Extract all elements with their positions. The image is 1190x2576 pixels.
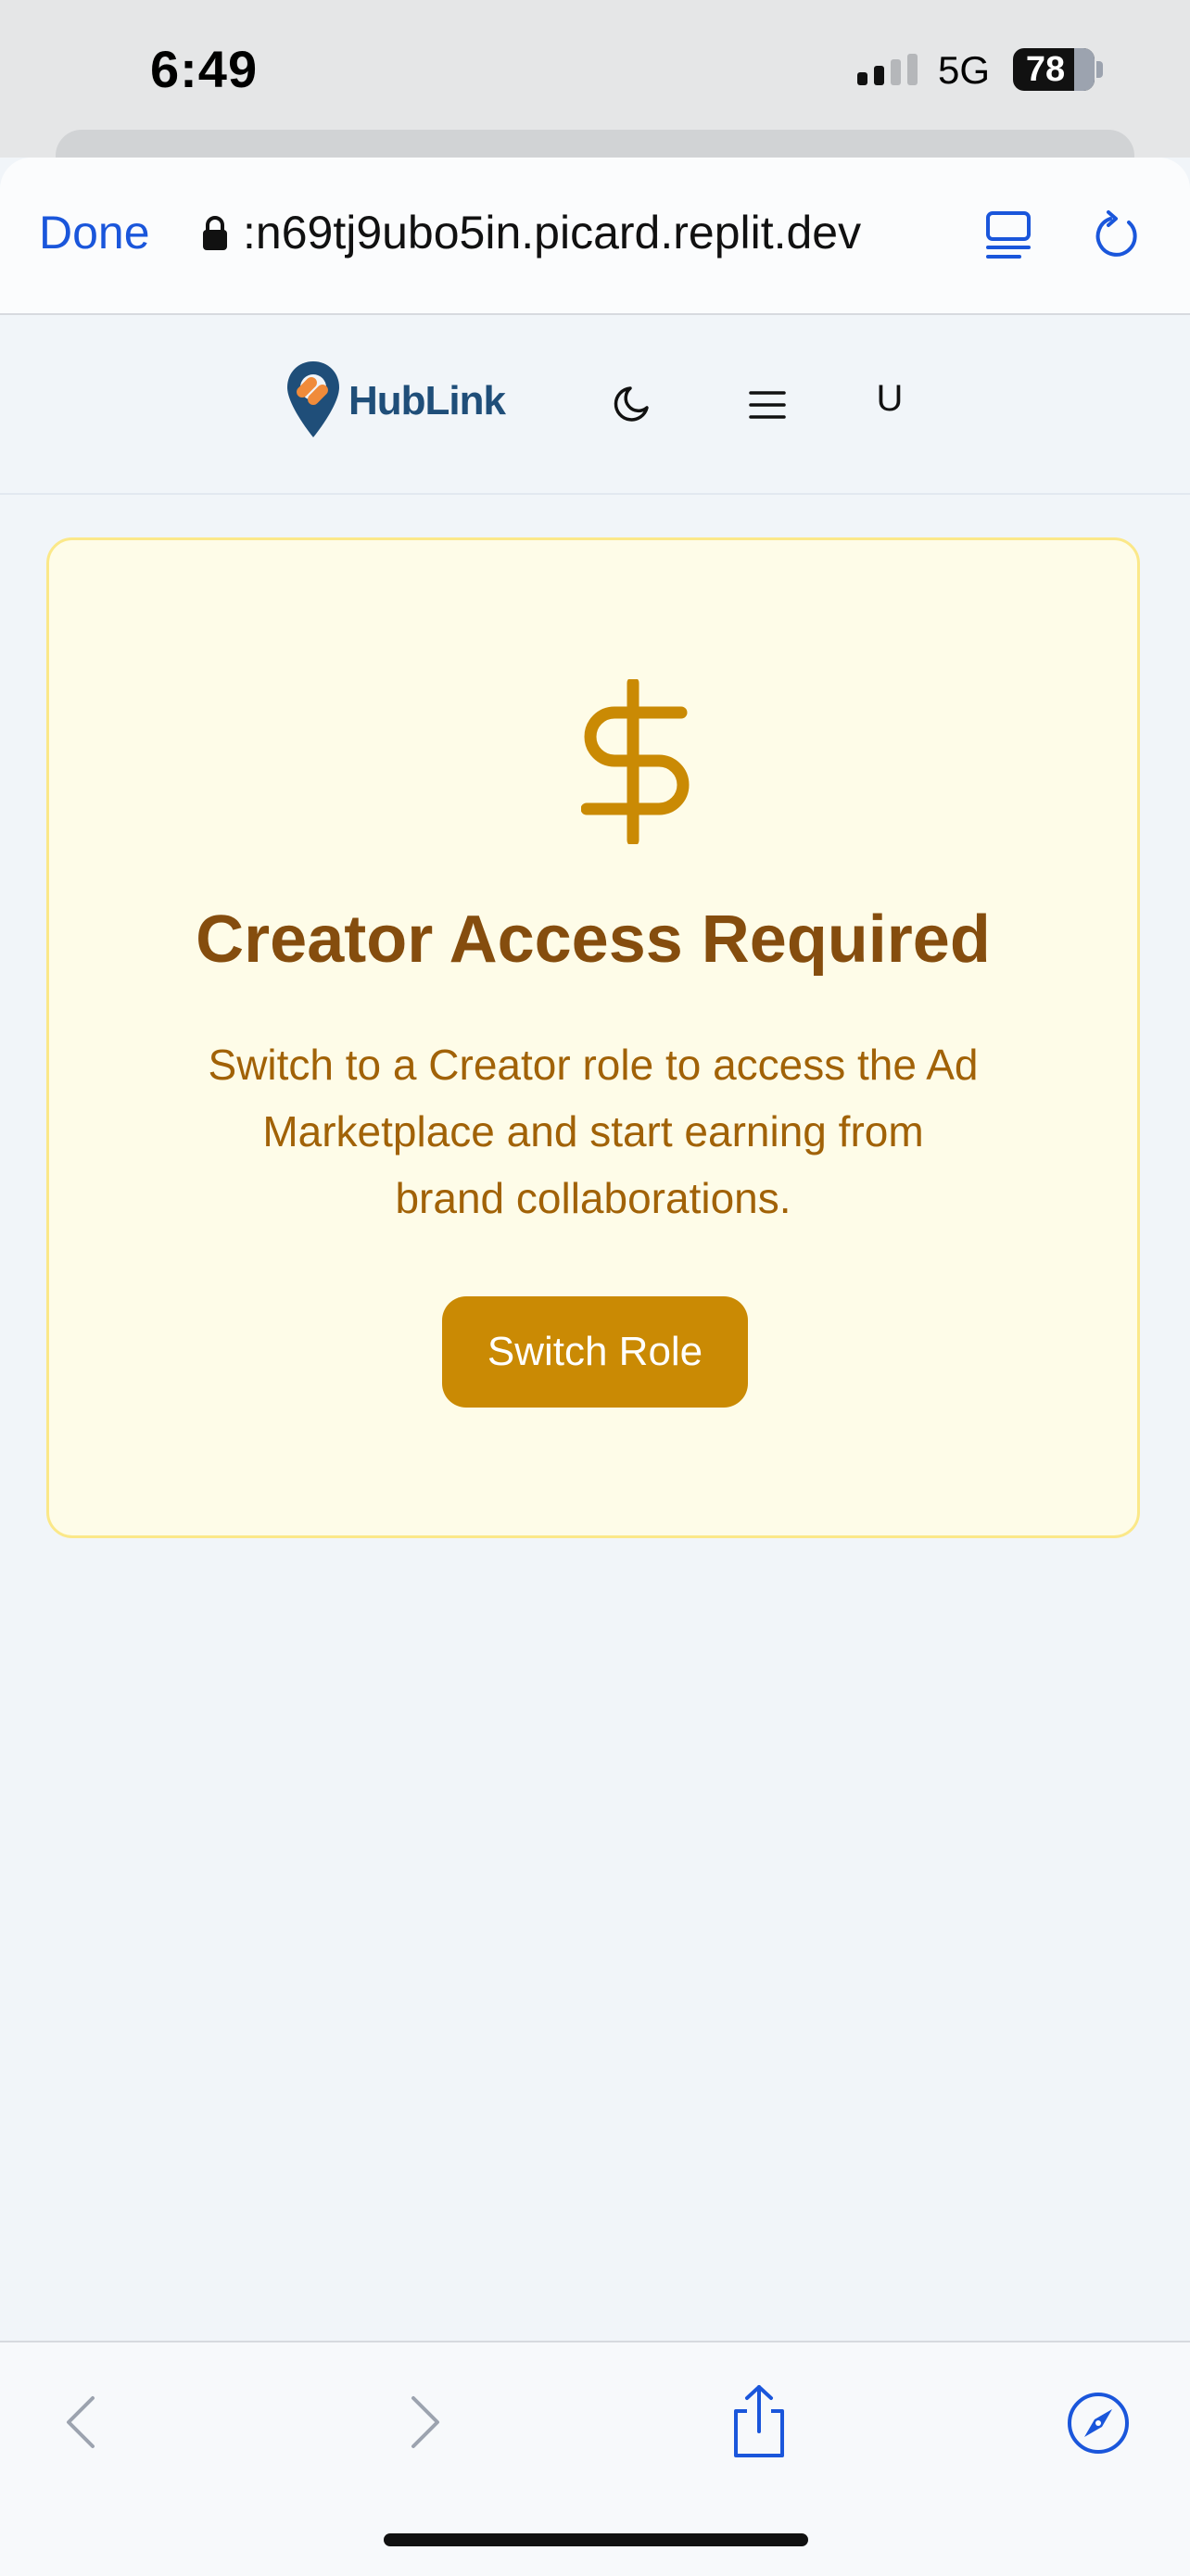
- status-bar: 6:49 5G 78: [0, 0, 1190, 185]
- back-icon[interactable]: [61, 2393, 98, 2452]
- home-indicator: [384, 2533, 808, 2546]
- card-title: Creator Access Required: [196, 903, 991, 977]
- browser-top-bar: Done :n69tj9ubo5in.picard.replit.dev: [0, 158, 1190, 315]
- app-header: HubLink U: [0, 315, 1190, 495]
- signal-icon: [857, 54, 918, 85]
- url-text[interactable]: :n69tj9ubo5in.picard.replit.dev: [243, 206, 861, 259]
- lock-icon: [203, 216, 227, 250]
- forward-icon[interactable]: [408, 2393, 445, 2452]
- battery-icon: 78: [1013, 48, 1095, 91]
- network-label: 5G: [938, 48, 991, 92]
- hublink-logo-icon[interactable]: [285, 360, 341, 439]
- compass-icon[interactable]: [1066, 2391, 1131, 2456]
- moon-icon[interactable]: [612, 384, 652, 424]
- creator-access-card: Creator Access Required Switch to a Crea…: [46, 537, 1140, 1538]
- dollar-icon: [581, 679, 690, 844]
- logo-text[interactable]: HubLink: [348, 378, 506, 424]
- done-button[interactable]: Done: [39, 206, 150, 259]
- card-message: Switch to a Creator role to access the A…: [208, 1041, 979, 1222]
- switch-role-button[interactable]: Switch Role: [442, 1296, 748, 1408]
- reader-icon[interactable]: [982, 209, 1034, 261]
- battery-tip: [1096, 61, 1103, 78]
- battery-level: 78: [1025, 50, 1066, 89]
- menu-icon[interactable]: [747, 389, 788, 421]
- user-avatar[interactable]: U: [869, 378, 910, 420]
- share-icon[interactable]: [728, 2383, 790, 2459]
- status-time: 6:49: [150, 40, 259, 98]
- reload-icon[interactable]: [1092, 209, 1142, 261]
